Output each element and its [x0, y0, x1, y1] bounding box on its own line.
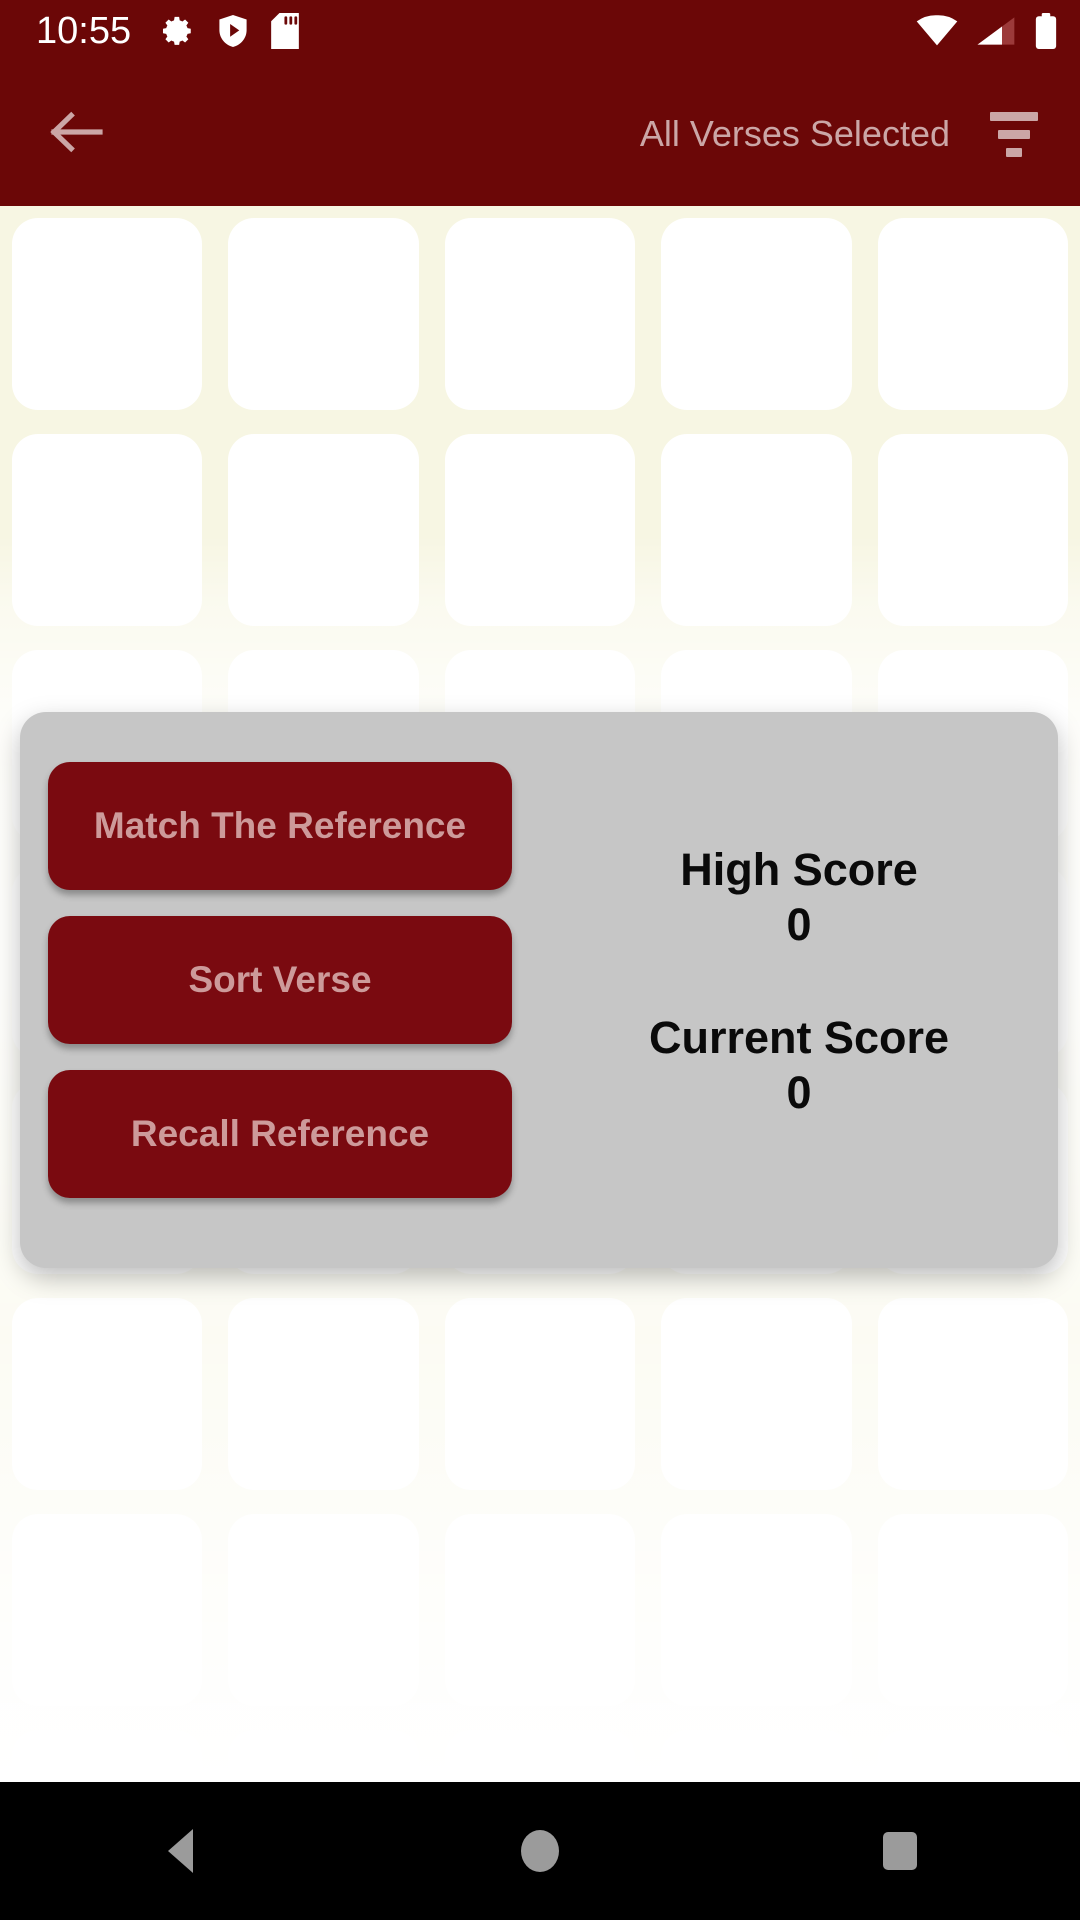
verse-card[interactable] [444, 1514, 636, 1706]
verse-card[interactable] [12, 1730, 203, 1782]
app-bar-title: All Verses Selected [639, 113, 950, 154]
arrow-left-icon [48, 109, 104, 160]
game-mode-button-list: Match The Reference Sort Verse Recall Re… [20, 712, 540, 1268]
verse-card[interactable] [877, 1730, 1068, 1782]
status-clock: 10:55 [36, 10, 132, 52]
status-right-icon-group [916, 13, 1058, 49]
circle-home-icon [521, 1830, 559, 1872]
filter-icon-bar-3 [1006, 147, 1022, 157]
back-button[interactable] [40, 98, 112, 170]
filter-icon-bar-1 [990, 111, 1038, 121]
verse-card[interactable] [228, 218, 419, 410]
verse-card[interactable] [444, 434, 636, 626]
square-recents-icon [883, 1832, 917, 1870]
verse-card[interactable] [228, 1514, 419, 1706]
cellular-signal-icon [976, 15, 1016, 47]
status-left-icon-group [161, 13, 299, 49]
nav-back-button[interactable] [0, 1782, 360, 1920]
verse-card[interactable] [661, 1514, 852, 1706]
verse-card[interactable] [12, 434, 203, 626]
verse-card[interactable] [444, 218, 636, 410]
verse-card[interactable] [228, 1730, 419, 1782]
verse-card[interactable] [228, 434, 419, 626]
filter-button[interactable] [976, 96, 1052, 172]
high-score-value: 0 [786, 899, 812, 951]
android-nav-bar [0, 1782, 1080, 1920]
phone-screen: 10:55 All Verses Selected Match The Refe… [0, 0, 1080, 1920]
verse-card[interactable] [12, 1514, 203, 1706]
recall-reference-button[interactable]: Recall Reference [48, 1070, 512, 1198]
gear-icon [161, 14, 195, 48]
sd-card-icon [271, 13, 299, 49]
match-the-reference-button[interactable]: Match The Reference [48, 762, 512, 890]
verse-card[interactable] [877, 1298, 1068, 1490]
status-bar: 10:55 [0, 0, 1080, 62]
high-score-label: High Score [680, 844, 918, 896]
sort-verse-button[interactable]: Sort Verse [48, 916, 512, 1044]
verse-card[interactable] [12, 218, 203, 410]
verse-card[interactable] [228, 1298, 419, 1490]
filter-icon-bar-2 [998, 129, 1030, 139]
shield-play-icon [217, 14, 249, 48]
verse-card[interactable] [661, 218, 852, 410]
verse-card[interactable] [661, 1298, 852, 1490]
current-score-value: 0 [786, 1066, 812, 1118]
battery-icon [1034, 13, 1058, 49]
nav-recents-button[interactable] [720, 1782, 1080, 1920]
triangle-back-icon [167, 1829, 193, 1873]
app-bar: All Verses Selected [0, 62, 1080, 206]
nav-home-button[interactable] [360, 1782, 720, 1920]
current-score-label: Current Score [648, 1012, 950, 1063]
verse-card[interactable] [12, 1298, 203, 1490]
game-mode-dialog: Match The Reference Sort Verse Recall Re… [20, 712, 1058, 1268]
filter-icon [990, 111, 1038, 157]
verse-card[interactable] [877, 434, 1068, 626]
verse-card[interactable] [444, 1730, 636, 1782]
verse-card[interactable] [877, 1514, 1068, 1706]
verse-card[interactable] [444, 1298, 636, 1490]
score-panel: High Score 0 Current Score 0 [540, 712, 1058, 1268]
wifi-icon [916, 15, 958, 47]
verse-card[interactable] [661, 1730, 852, 1782]
verse-card[interactable] [661, 434, 852, 626]
verse-card[interactable] [877, 218, 1068, 410]
